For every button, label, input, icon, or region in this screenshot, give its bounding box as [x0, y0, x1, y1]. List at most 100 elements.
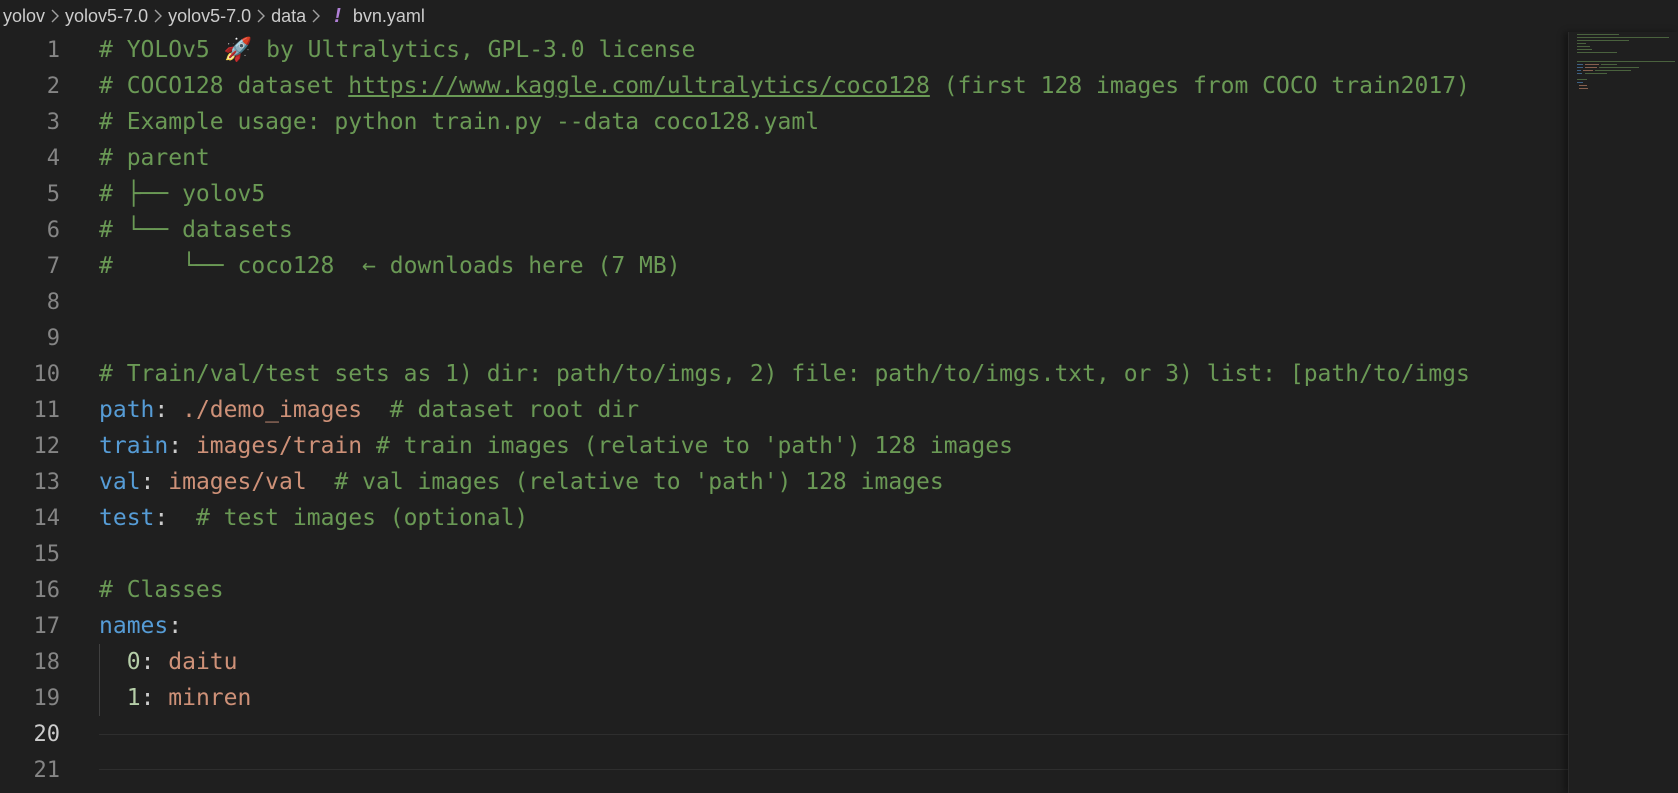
chevron-right-icon [256, 9, 266, 23]
yaml-file-icon: ! [334, 4, 341, 27]
yaml-key: 1 [126, 685, 141, 711]
chevron-right-icon [311, 9, 321, 23]
code-line-19[interactable]: 19 1: minren [0, 680, 1568, 716]
minimap-line [1577, 70, 1581, 71]
line-number: 1 [46, 37, 60, 63]
code-editor[interactable]: 1 # YOLOv5 🚀 by Ultralytics, GPL-3.0 lic… [0, 32, 1568, 793]
code-line-4[interactable]: 4 # parent [0, 140, 1568, 176]
breadcrumb-item-data[interactable]: data [271, 6, 306, 27]
code-line-3[interactable]: 3 # Example usage: python train.py --dat… [0, 104, 1568, 140]
line-number: 5 [46, 181, 60, 207]
line-number: 3 [46, 109, 60, 135]
code-line-11[interactable]: 11 path: ./demo_images # dataset root di… [0, 392, 1568, 428]
line-number: 13 [33, 469, 61, 495]
line-number: 21 [33, 757, 61, 783]
minimap-line [1585, 67, 1597, 68]
line-number: 7 [46, 253, 60, 279]
yaml-value: images/train [195, 433, 363, 459]
code-text: # └── coco128 ← downloads here (7 MB) [99, 253, 681, 279]
code-text: test: # test images (optional) [99, 505, 529, 531]
comment-prefix: # COCO128 dataset [99, 73, 349, 99]
line-number: 17 [33, 613, 61, 639]
yaml-comment: # dataset root dir [362, 397, 640, 423]
minimap-line [1595, 70, 1631, 71]
code-line-7[interactable]: 7 # └── coco128 ← downloads here (7 MB) [0, 248, 1568, 284]
comment-suffix: (first 128 images from COCO train2017) [929, 73, 1470, 99]
minimap-line [1577, 37, 1669, 38]
minimap-line [1577, 43, 1586, 44]
minimap-line [1577, 61, 1675, 62]
minimap-line [1601, 64, 1617, 65]
minimap-line [1577, 67, 1583, 68]
code-line-16[interactable]: 16 # Classes [0, 572, 1568, 608]
minimap-line [1579, 85, 1587, 86]
line-number: 2 [46, 73, 60, 99]
yaml-key: names [99, 613, 169, 639]
code-line-5[interactable]: 5 # ├── yolov5 [0, 176, 1568, 212]
yaml-key: test [99, 505, 155, 531]
minimap-line [1585, 73, 1607, 74]
yaml-key: path [99, 397, 155, 423]
line-number: 16 [33, 577, 61, 603]
code-line-17[interactable]: 17 names: [0, 608, 1568, 644]
minimap[interactable] [1568, 32, 1678, 793]
yaml-comment: # train images (relative to 'path') 128 … [362, 433, 1013, 459]
breadcrumb-item-yolov[interactable]: yolov [3, 6, 45, 27]
code-text: # Example usage: python train.py --data … [99, 109, 820, 135]
line-number: 11 [33, 397, 61, 423]
yaml-comment: # test images (optional) [168, 505, 529, 531]
code-line-8[interactable]: 8 [0, 284, 1568, 320]
code-line-12[interactable]: 12 train: images/train # train images (r… [0, 428, 1568, 464]
code-text: train: images/train # train images (rela… [99, 433, 1013, 459]
yaml-key: 0 [126, 649, 141, 675]
yaml-value: minren [168, 685, 252, 711]
yaml-comment: # val images (relative to 'path') 128 im… [306, 469, 944, 495]
line-number: 20 [33, 721, 61, 747]
line-number: 15 [33, 541, 61, 567]
line-number: 4 [46, 145, 60, 171]
minimap-line [1577, 64, 1583, 65]
minimap-line [1585, 64, 1599, 65]
line-number: 14 [33, 505, 61, 531]
line-number: 12 [33, 433, 61, 459]
code-line-9[interactable]: 9 [0, 320, 1568, 356]
minimap-line [1583, 70, 1593, 71]
code-line-14[interactable]: 14 test: # test images (optional) [0, 500, 1568, 536]
breadcrumb-item-yolov5-7.0[interactable]: yolov5-7.0 [65, 6, 148, 27]
minimap-line [1577, 40, 1629, 41]
yaml-key: val [99, 469, 141, 495]
code-text: # COCO128 dataset https://www.kaggle.com… [99, 68, 1470, 104]
chevron-right-icon [153, 9, 163, 23]
code-line-15[interactable]: 15 [0, 536, 1568, 572]
code-text: 1: minren [126, 685, 252, 711]
code-text: # YOLOv5 🚀 by Ultralytics, GPL-3.0 licen… [99, 37, 696, 63]
minimap-line [1577, 49, 1592, 50]
breadcrumb-item-yolov5-7.0-inner[interactable]: yolov5-7.0 [168, 6, 251, 27]
code-text: # ├── yolov5 [99, 181, 266, 207]
minimap-line [1577, 34, 1619, 35]
line-number: 8 [46, 289, 60, 315]
yaml-value: daitu [168, 649, 238, 675]
code-line-13[interactable]: 13 val: images/val # val images (relativ… [0, 464, 1568, 500]
code-line-20[interactable]: 20 [0, 716, 1568, 752]
code-line-10[interactable]: 10 # Train/val/test sets as 1) dir: path… [0, 356, 1568, 392]
yaml-value: images/val [168, 469, 307, 495]
code-line-1[interactable]: 1 # YOLOv5 🚀 by Ultralytics, GPL-3.0 lic… [0, 32, 1568, 68]
minimap-line [1599, 67, 1639, 68]
minimap-line [1577, 79, 1587, 80]
code-line-18[interactable]: 18 0: daitu [0, 644, 1568, 680]
code-line-21[interactable]: 21 [0, 752, 1568, 788]
code-text: # Classes [99, 577, 224, 603]
code-line-6[interactable]: 6 # └── datasets [0, 212, 1568, 248]
code-text: names: [99, 613, 183, 639]
breadcrumb-item-file[interactable]: bvn.yaml [353, 6, 425, 27]
code-text: # └── datasets [99, 217, 293, 243]
dataset-link[interactable]: https://www.kaggle.com/ultralytics/coco1… [348, 73, 930, 99]
minimap-line [1577, 82, 1583, 83]
minimap-line [1577, 52, 1617, 53]
breadcrumb: yolov yolov5-7.0 yolov5-7.0 data ! bvn.y… [0, 0, 1678, 32]
code-line-2[interactable]: 2 # COCO128 dataset https://www.kaggle.c… [0, 68, 1568, 104]
minimap-line [1577, 73, 1582, 74]
chevron-right-icon [50, 9, 60, 23]
code-text: # Train/val/test sets as 1) dir: path/to… [99, 361, 1470, 387]
